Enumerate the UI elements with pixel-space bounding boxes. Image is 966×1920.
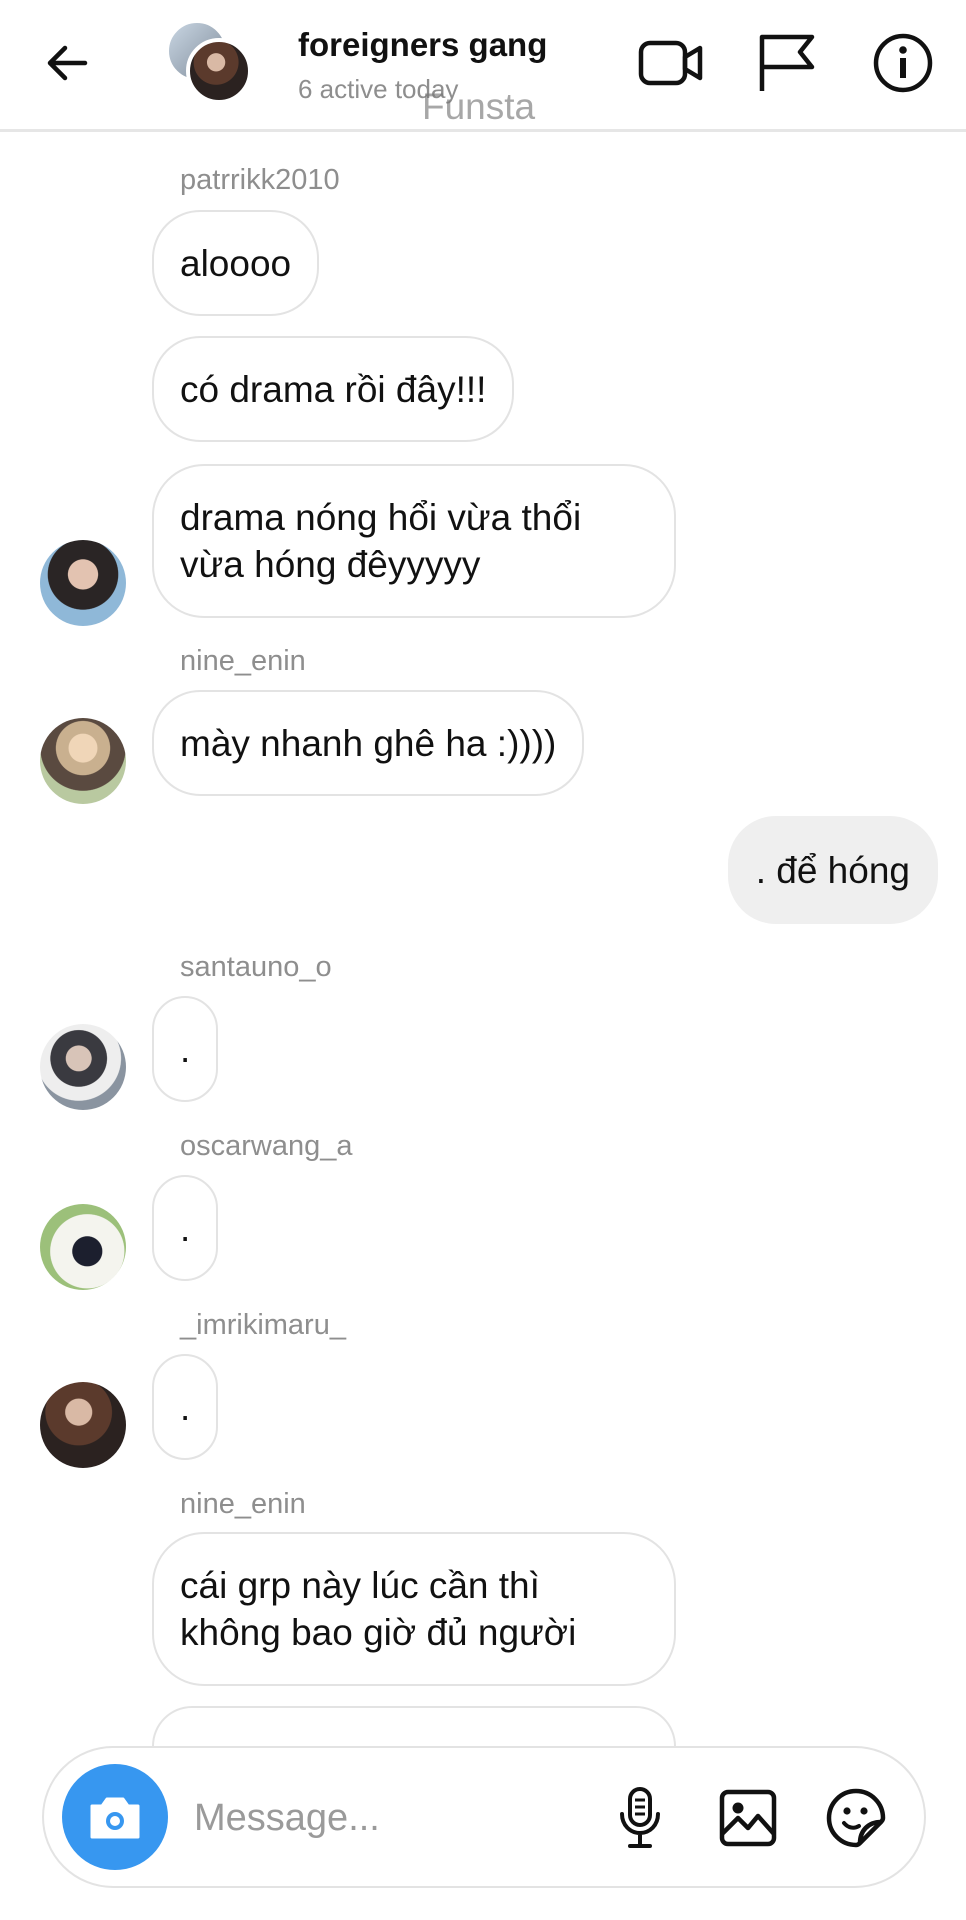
gallery-icon[interactable] (714, 1784, 782, 1852)
watermark: Funsta (422, 86, 536, 127)
message-bubble[interactable]: . (152, 1175, 218, 1281)
avatar[interactable] (40, 1024, 126, 1110)
sender-username[interactable]: nine_enin (180, 1488, 306, 1521)
message-bubble-partial (152, 1706, 676, 1746)
my-message-bubble[interactable]: . để hóng (727, 816, 938, 924)
sender-username[interactable]: santauno_o (180, 951, 332, 984)
flag-icon[interactable] (752, 28, 822, 98)
back-arrow-icon[interactable] (38, 34, 96, 92)
message-input[interactable] (194, 1786, 614, 1850)
microphone-icon[interactable] (606, 1784, 674, 1852)
sender-username[interactable]: _imrikimaru_ (180, 1309, 346, 1342)
message-bubble[interactable]: . (152, 996, 218, 1102)
avatar[interactable] (40, 1382, 126, 1468)
message-composer (42, 1746, 926, 1888)
message-bubble[interactable]: . (152, 1354, 218, 1460)
message-bubble[interactable]: mày nhanh ghê ha :)))) (152, 690, 585, 796)
video-camera-icon[interactable] (636, 28, 706, 98)
avatar[interactable] (40, 718, 126, 804)
avatar[interactable] (40, 540, 126, 626)
camera-button[interactable] (62, 1764, 168, 1870)
info-icon[interactable] (868, 28, 938, 98)
message-bubble[interactable]: cái grp này lúc cần thì không bao giờ đủ… (152, 1532, 676, 1686)
chat-header: foreigners gang 6 active today Funsta (0, 0, 966, 132)
sticker-icon[interactable] (822, 1784, 890, 1852)
sender-username[interactable]: nine_enin (180, 645, 306, 678)
sender-username[interactable]: oscarwang_a (180, 1130, 353, 1163)
group-avatar-front (186, 38, 252, 104)
message-bubble[interactable]: có drama rồi đây!!! (152, 336, 515, 442)
message-bubble[interactable]: aloooo (152, 210, 320, 316)
message-bubble[interactable]: drama nóng hổi vừa thổi vừa hóng đêyyyyy (152, 464, 676, 618)
chat-title[interactable]: foreigners gang (298, 26, 547, 64)
camera-icon (90, 1797, 140, 1839)
avatar[interactable] (40, 1204, 126, 1290)
sender-username[interactable]: patrrikk2010 (180, 164, 340, 197)
group-avatar[interactable] (166, 20, 256, 106)
